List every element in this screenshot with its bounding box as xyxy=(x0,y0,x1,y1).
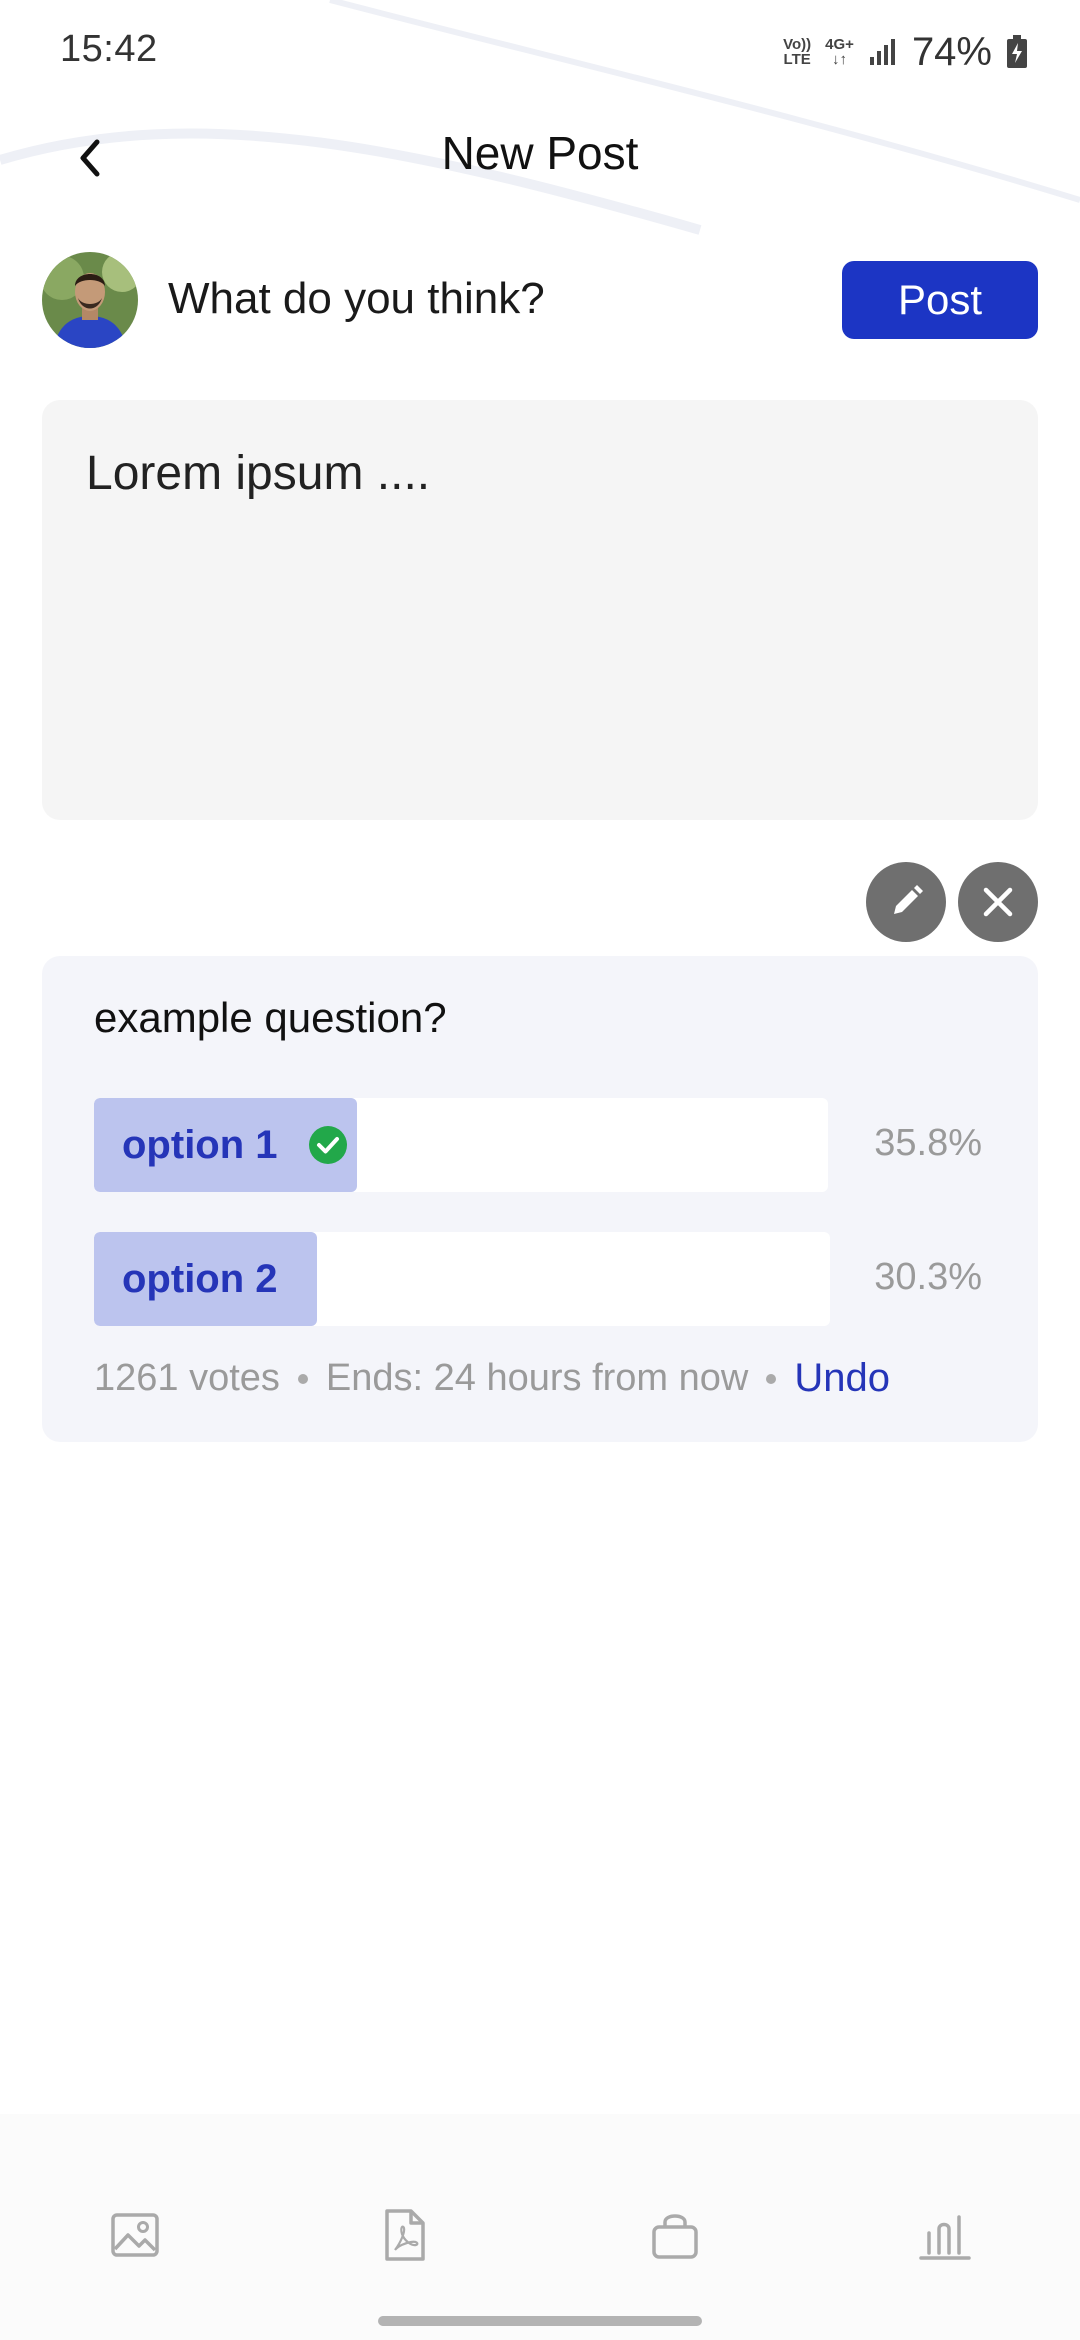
check-circle-icon xyxy=(308,1125,348,1165)
poll-option-2-label-wrap: option 2 xyxy=(122,1232,278,1326)
status-bar: 15:42 Vo)) LTE 4G+ ↓↑ 74% xyxy=(0,0,1080,100)
poll-option-1-label: option 1 xyxy=(122,1122,278,1167)
avatar-image xyxy=(42,252,138,348)
volte-bottom-label: LTE xyxy=(783,51,811,68)
poll-option-1-percent: 35.8% xyxy=(874,1122,982,1164)
poll-option-2[interactable]: option 2 xyxy=(94,1232,830,1326)
home-indicator[interactable] xyxy=(378,2316,702,2326)
remove-poll-button[interactable] xyxy=(958,862,1038,942)
poll-question: example question? xyxy=(94,994,447,1041)
image-icon xyxy=(111,2213,159,2257)
poll-card: example question? option 1 35.8% option … xyxy=(42,956,1038,1442)
add-image-button[interactable] xyxy=(100,2200,170,2270)
separator-dot xyxy=(297,1373,308,1384)
signal-icon xyxy=(869,39,895,65)
network-activity-label: ↓↑ xyxy=(832,51,848,68)
poll-option-1[interactable]: option 1 xyxy=(94,1098,828,1192)
poll-option-1-label-wrap: option 1 xyxy=(122,1098,348,1192)
add-poll-button[interactable] xyxy=(910,2200,980,2270)
poll-meta: 1261 votes Ends: 24 hours from now Undo xyxy=(94,1356,890,1401)
close-icon xyxy=(983,887,1013,917)
header: New Post xyxy=(0,110,1080,200)
new-post-screen: 15:42 Vo)) LTE 4G+ ↓↑ 74% New Post What … xyxy=(0,0,1080,2340)
poll-option-2-label: option 2 xyxy=(122,1256,278,1301)
status-indicators: Vo)) LTE 4G+ ↓↑ 74% xyxy=(783,24,1028,80)
pencil-icon xyxy=(894,885,923,914)
battery-charging-icon xyxy=(1007,35,1027,68)
separator-dot xyxy=(766,1373,777,1384)
poll-ends: Ends: 24 hours from now xyxy=(325,1357,749,1399)
undo-vote-link[interactable]: Undo xyxy=(794,1356,890,1401)
pdf-icon xyxy=(385,2209,425,2261)
composer-row: What do you think? Post xyxy=(42,252,1038,348)
post-button[interactable]: Post xyxy=(842,261,1038,339)
composer-prompt: What do you think? xyxy=(168,274,545,323)
poll-chart-icon xyxy=(919,2215,971,2260)
avatar xyxy=(42,252,138,348)
volte-indicator: Vo)) LTE xyxy=(783,37,811,67)
status-time: 15:42 xyxy=(60,28,158,70)
volte-top-label: Vo)) xyxy=(783,36,812,53)
network-type-label: 4G+ xyxy=(825,36,854,53)
battery-percent: 74% xyxy=(911,29,992,74)
bottom-toolbar xyxy=(0,2114,1080,2340)
network-indicator: 4G+ ↓↑ xyxy=(825,37,854,67)
edit-poll-button[interactable] xyxy=(866,862,946,942)
post-text-input[interactable]: Lorem ipsum .... xyxy=(42,400,1038,820)
add-pdf-button[interactable] xyxy=(370,2200,440,2270)
page-title: New Post xyxy=(441,127,639,179)
shopping-bag-icon xyxy=(652,2214,698,2259)
add-product-button[interactable] xyxy=(640,2200,710,2270)
poll-votes: 1261 votes xyxy=(94,1357,280,1399)
poll-option-2-percent: 30.3% xyxy=(874,1256,982,1298)
